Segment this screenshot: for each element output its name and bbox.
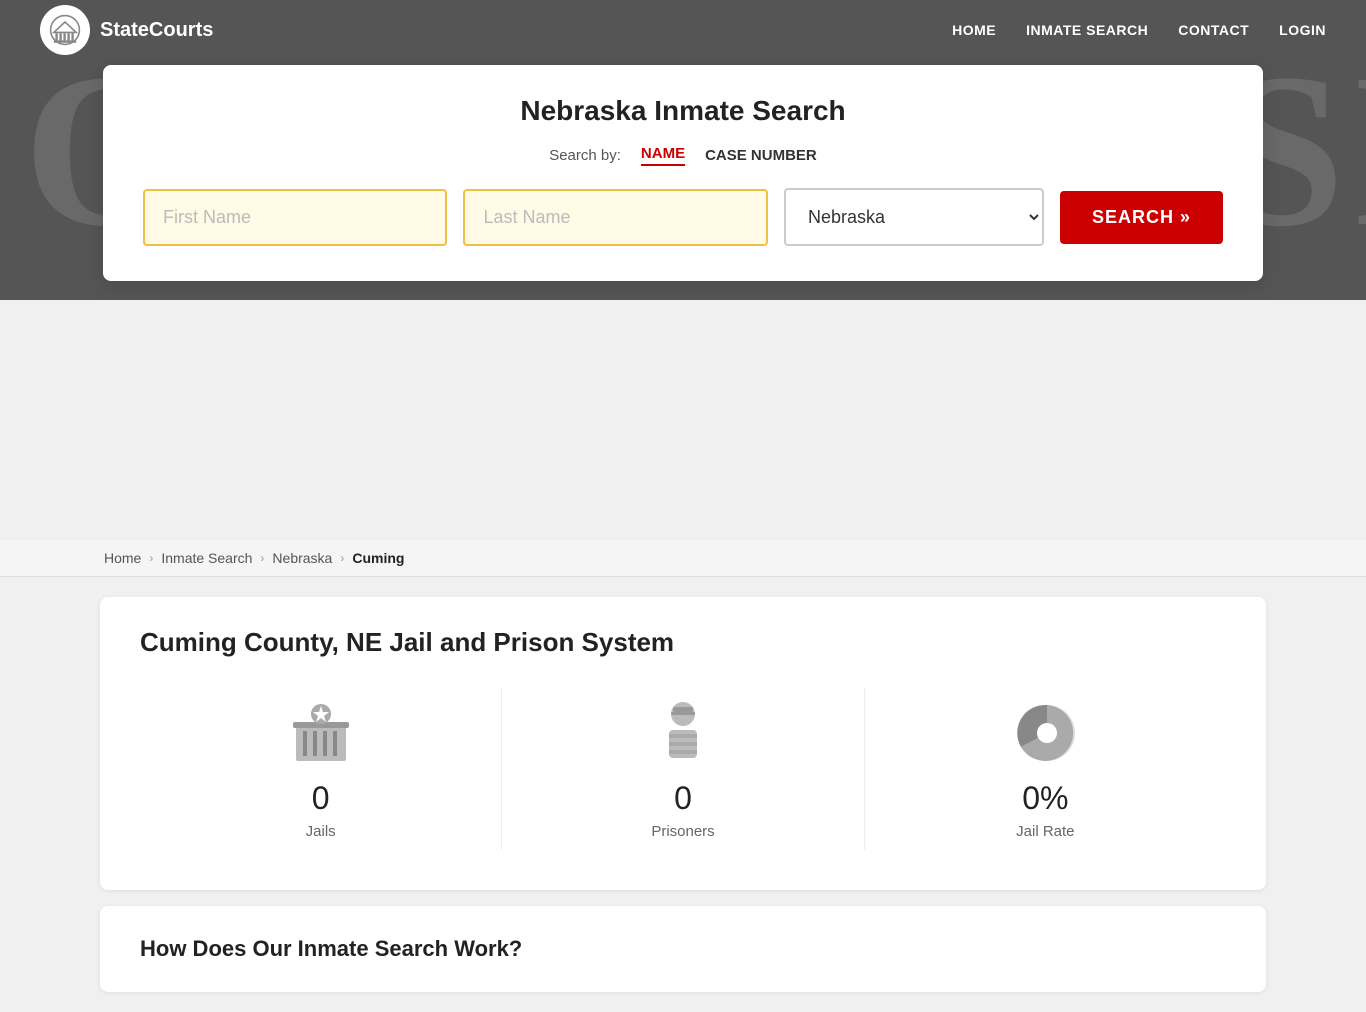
search-by-label: Search by: xyxy=(549,147,621,164)
stat-prisoners: 0 Prisoners xyxy=(502,688,864,850)
nav-home[interactable]: HOME xyxy=(952,22,996,38)
county-title: Cuming County, NE Jail and Prison System xyxy=(140,627,1226,658)
jails-label: Jails xyxy=(306,823,336,840)
jail-rate-number: 0% xyxy=(1022,780,1068,817)
bottom-title: How Does Our Inmate Search Work? xyxy=(140,936,1226,962)
breadcrumb-sep-1: › xyxy=(149,551,153,565)
prisoners-icon xyxy=(643,698,723,768)
breadcrumb-home[interactable]: Home xyxy=(104,550,141,566)
first-name-input[interactable] xyxy=(143,189,447,246)
search-card-wrapper: Nebraska Inmate Search Search by: NAME C… xyxy=(103,65,1263,281)
stats-row: 0 Jails xyxy=(140,688,1226,850)
main-content: Cuming County, NE Jail and Prison System xyxy=(0,577,1366,1012)
tab-name[interactable]: NAME xyxy=(641,145,685,166)
bottom-card: How Does Our Inmate Search Work? xyxy=(100,906,1266,992)
nav-contact[interactable]: CONTACT xyxy=(1178,22,1249,38)
search-button[interactable]: SEARCH » xyxy=(1060,191,1223,244)
search-card: Nebraska Inmate Search Search by: NAME C… xyxy=(103,65,1263,281)
jail-rate-icon xyxy=(1005,698,1085,768)
last-name-input[interactable] xyxy=(463,189,767,246)
header: COURTHOUSE StateCourts xyxy=(0,0,1366,300)
logo-text: StateCourts xyxy=(100,19,213,42)
search-card-title: Nebraska Inmate Search xyxy=(143,95,1223,127)
prisoners-number: 0 xyxy=(674,780,692,817)
nav-links: HOME INMATE SEARCH CONTACT LOGIN xyxy=(952,22,1326,38)
stat-jails: 0 Jails xyxy=(140,688,502,850)
nav-inmate-search[interactable]: INMATE SEARCH xyxy=(1026,22,1148,38)
navigation: StateCourts HOME INMATE SEARCH CONTACT L… xyxy=(0,0,1366,60)
nav-login[interactable]: LOGIN xyxy=(1279,22,1326,38)
breadcrumb-inmate-search[interactable]: Inmate Search xyxy=(161,550,252,566)
state-select[interactable]: Nebraska Alabama Alaska Arizona Arkansas… xyxy=(784,188,1044,246)
tab-case-number[interactable]: CASE NUMBER xyxy=(705,147,817,164)
logo-link[interactable]: StateCourts xyxy=(40,5,213,55)
logo-icon xyxy=(40,5,90,55)
breadcrumb: Home › Inmate Search › Nebraska › Cuming xyxy=(0,540,1366,577)
jails-icon xyxy=(281,698,361,768)
jails-number: 0 xyxy=(312,780,330,817)
prisoners-label: Prisoners xyxy=(651,823,714,840)
breadcrumb-current: Cuming xyxy=(352,550,404,566)
search-by-row: Search by: NAME CASE NUMBER xyxy=(143,145,1223,166)
breadcrumb-sep-3: › xyxy=(340,551,344,565)
jail-rate-label: Jail Rate xyxy=(1016,823,1074,840)
stat-jail-rate: 0% Jail Rate xyxy=(865,688,1226,850)
breadcrumb-state[interactable]: Nebraska xyxy=(272,550,332,566)
search-inputs-row: Nebraska Alabama Alaska Arizona Arkansas… xyxy=(143,188,1223,246)
breadcrumb-sep-2: › xyxy=(260,551,264,565)
county-card: Cuming County, NE Jail and Prison System xyxy=(100,597,1266,890)
